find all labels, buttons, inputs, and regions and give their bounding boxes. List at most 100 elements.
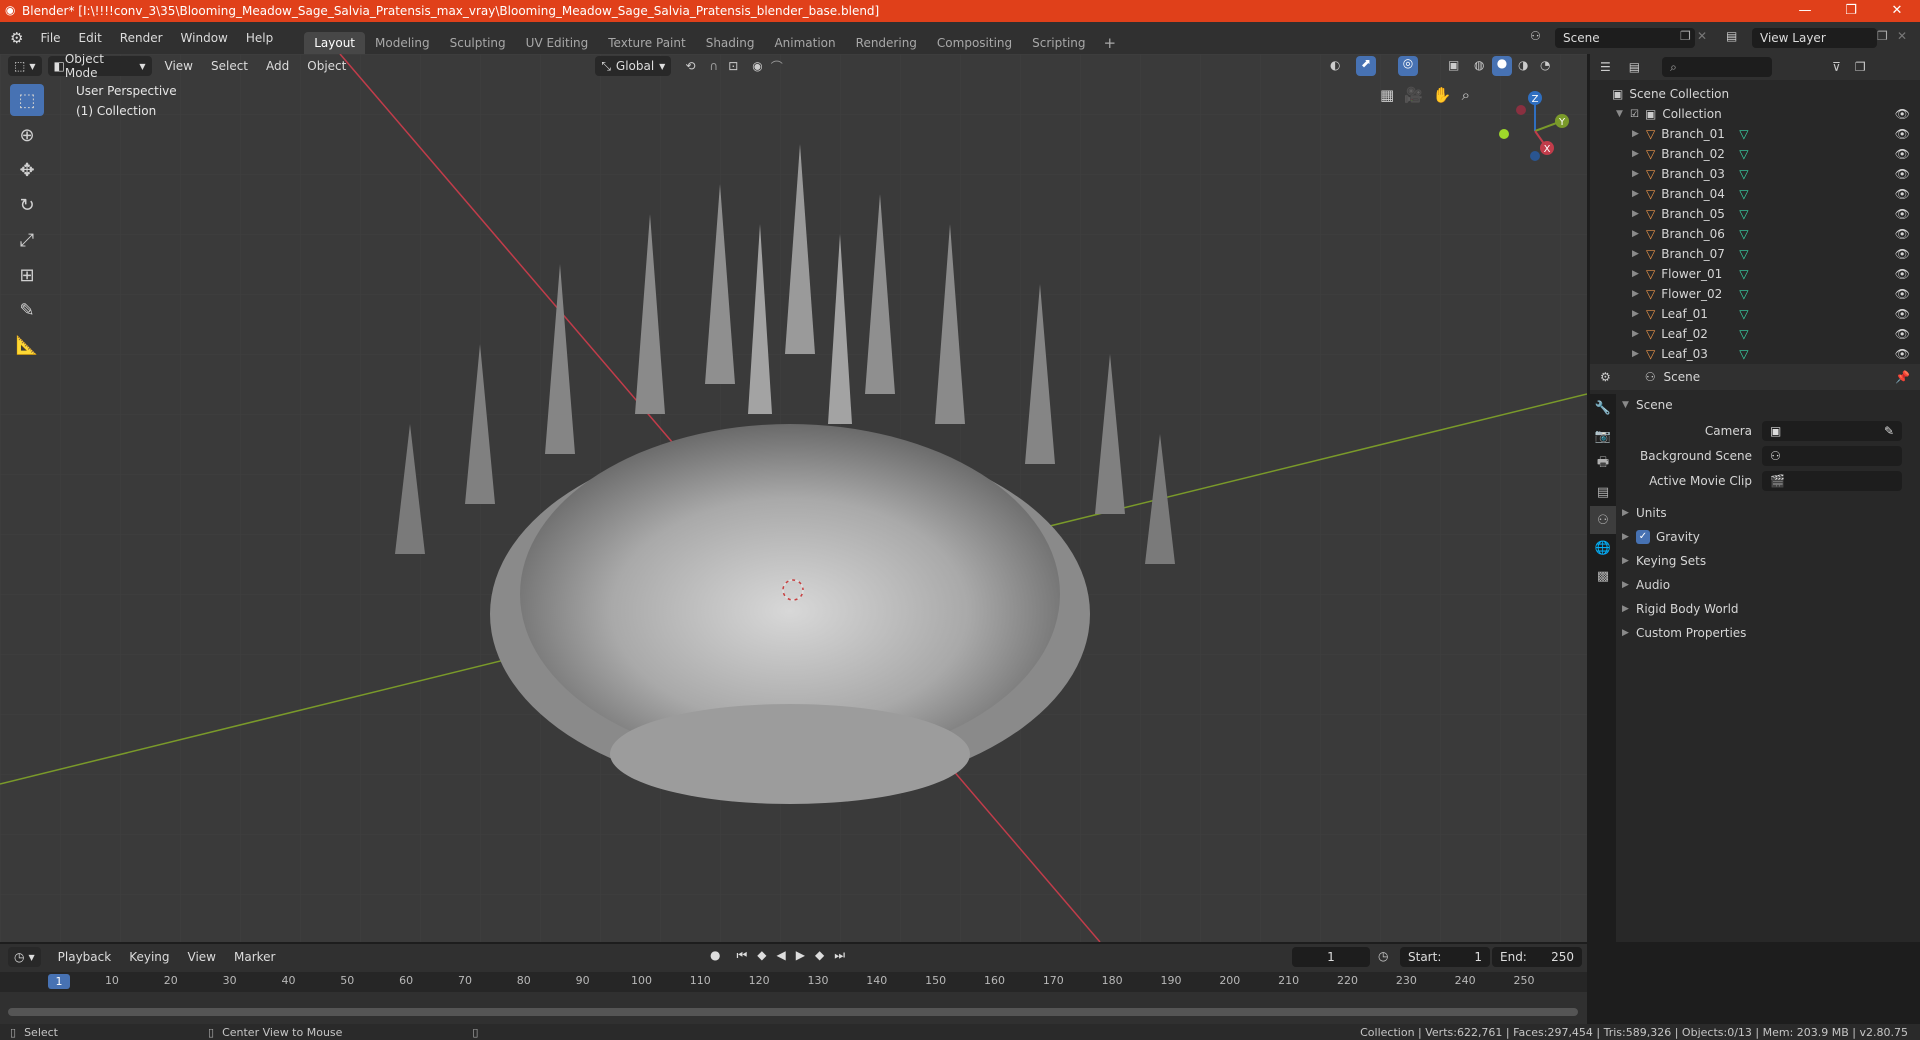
timeline-menu-playback[interactable]: Playback [49,950,121,964]
expand-arrow-icon[interactable]: ▶ [1632,329,1644,339]
next-keyframe-icon[interactable]: ◆ [815,948,824,963]
filter-icon[interactable]: ⊽ [1832,60,1841,74]
tab-rendering[interactable]: Rendering [846,32,927,54]
expand-arrow-icon[interactable]: ▶ [1632,149,1644,159]
visibility-eye-icon[interactable]: 👁 [1895,347,1910,361]
expand-arrow-icon[interactable]: ▶ [1632,169,1644,179]
expand-arrow-icon[interactable]: ▼ [1616,109,1628,119]
visibility-eye-icon[interactable]: 👁 [1895,127,1910,141]
texture-tab-icon[interactable]: ▩ [1590,562,1616,590]
view-layer-remove-icon[interactable]: ✕ [1897,29,1907,43]
tab-shading[interactable]: Shading [696,32,765,54]
subpanel-header[interactable]: ▶ ✓ Gravity [1616,526,1920,548]
timeline-scrollbar[interactable] [8,1008,1578,1016]
proportional-edit-icon[interactable]: ◉ [752,59,762,73]
outliner-row-scene-collection[interactable]: ▣ Scene Collection [1590,84,1920,104]
scene-remove-icon[interactable]: ✕ [1697,29,1707,43]
tab-texture-paint[interactable]: Texture Paint [598,32,695,54]
outliner-row-collection[interactable]: ▼ ☑ ▣ Collection 👁 [1590,104,1920,124]
pan-hand-icon[interactable]: ✋ [1433,86,1452,104]
mesh-data-icon[interactable]: ▽ [1739,327,1748,341]
movie-clip-field[interactable]: 🎬 [1762,471,1902,491]
rotate-tool-icon[interactable]: ↻ [10,189,44,221]
mesh-data-icon[interactable]: ▽ [1739,287,1748,301]
mesh-data-icon[interactable]: ▽ [1739,187,1748,201]
play-reverse-icon[interactable]: ◀ [777,948,786,963]
record-icon[interactable]: ● [710,948,720,963]
editor-type-button[interactable]: ⬚ ▼ [8,56,42,76]
add-workspace-icon[interactable]: + [1096,32,1125,54]
blender-menu-icon[interactable]: ⚙ [0,29,31,47]
cursor-tool-icon[interactable]: ⊕ [10,119,44,151]
play-icon[interactable]: ▶ [796,948,805,963]
outliner-row-object[interactable]: ▶ ▽ Leaf_01 ▽ 👁 [1590,304,1920,324]
expand-arrow-icon[interactable]: ▶ [1632,269,1644,279]
menu-edit[interactable]: Edit [70,31,111,45]
outliner-row-object[interactable]: ▶ ▽ Branch_07 ▽ 👁 [1590,244,1920,264]
expand-arrow-icon[interactable]: ▶ [1632,349,1644,359]
falloff-icon[interactable]: ⌒ [771,58,783,75]
annotate-tool-icon[interactable]: ✎ [10,294,44,326]
visibility-eye-icon[interactable]: 👁 [1895,207,1910,221]
visibility-eye-icon[interactable]: 👁 [1895,147,1910,161]
outliner-row-object[interactable]: ▶ ▽ Leaf_03 ▽ 👁 [1590,344,1920,364]
zoom-icon[interactable]: ⌕ [1462,86,1470,104]
view-layer-icon[interactable]: ▤ [1726,29,1737,43]
background-scene-field[interactable]: ⚇ [1762,446,1902,466]
visibility-eye-icon[interactable]: 👁 [1895,187,1910,201]
output-tab-icon[interactable]: 🖶 [1590,450,1616,478]
menu-render[interactable]: Render [111,31,172,45]
end-frame-field[interactable]: End: 250 [1492,947,1582,967]
outliner-editor-icon[interactable]: ☰ [1600,60,1611,74]
current-frame-marker[interactable]: 1 [48,974,70,989]
visibility-icon[interactable]: ◐ [1330,58,1340,72]
overlay-toggle-icon[interactable]: ◎ [1398,56,1418,76]
prev-keyframe-icon[interactable]: ◆ [757,948,766,963]
mesh-data-icon[interactable]: ▽ [1739,227,1748,241]
mesh-data-icon[interactable]: ▽ [1739,167,1748,181]
mesh-data-icon[interactable]: ▽ [1739,307,1748,321]
close-button[interactable]: ✕ [1874,0,1920,22]
maximize-button[interactable]: ❐ [1828,0,1874,22]
scale-tool-icon[interactable]: ⤢ [10,224,44,256]
tab-modeling[interactable]: Modeling [365,32,440,54]
move-tool-icon[interactable]: ✥ [10,154,44,186]
scene-panel-header[interactable]: ▼ Scene [1616,394,1920,416]
solid-shading-icon[interactable]: ● [1492,56,1512,76]
expand-arrow-icon[interactable]: ▶ [1632,209,1644,219]
mesh-data-icon[interactable]: ▽ [1739,127,1748,141]
transform-tool-icon[interactable]: ⊞ [10,259,44,291]
outliner-row-object[interactable]: ▶ ▽ Branch_06 ▽ 👁 [1590,224,1920,244]
mode-dropdown[interactable]: ◧ Object Mode ▼ [47,54,152,80]
visibility-eye-icon[interactable]: 👁 [1895,167,1910,181]
xray-icon[interactable]: ▣ [1448,58,1459,72]
timeline-editor-type-button[interactable]: ◷ ▼ [8,947,41,967]
eyedropper-icon[interactable]: ✎ [1884,424,1894,438]
outliner-search-input[interactable]: ⌕ [1662,57,1773,77]
outliner-row-object[interactable]: ▶ ▽ Branch_01 ▽ 👁 [1590,124,1920,144]
view-layer-tab-icon[interactable]: ▤ [1590,478,1616,506]
wireframe-shading-icon[interactable]: ◍ [1474,58,1484,72]
scene-copy-icon[interactable]: ❐ [1680,29,1691,43]
gizmo-toggle-icon[interactable]: ⬈ [1356,56,1376,76]
mesh-data-icon[interactable]: ▽ [1739,247,1748,261]
tab-sculpting[interactable]: Sculpting [440,32,516,54]
jump-start-icon[interactable]: ⏮ [736,948,747,963]
snap-target-icon[interactable]: ⊡ [728,59,738,73]
jump-end-icon[interactable]: ⏭ [834,948,845,963]
outliner-row-object[interactable]: ▶ ▽ Flower_01 ▽ 👁 [1590,264,1920,284]
timeline-menu-marker[interactable]: Marker [225,950,284,964]
orientation-dropdown[interactable]: ⤡ Global ▼ [595,56,672,76]
expand-arrow-icon[interactable]: ▶ [1632,229,1644,239]
tab-scripting[interactable]: Scripting [1022,32,1095,54]
properties-editor-icon[interactable]: ⚙ [1600,370,1611,384]
3d-viewport[interactable]: ⬚ ▼ ◧ Object Mode ▼ View Select Add Obje… [0,54,1587,942]
snap-icon[interactable]: ∩ [709,59,718,73]
measure-tool-icon[interactable]: 📐 [10,329,44,361]
tab-layout[interactable]: Layout [304,32,366,54]
minimize-button[interactable]: — [1782,0,1828,22]
viewport-menu-add[interactable]: Add [257,59,298,73]
world-tab-icon[interactable]: 🌐 [1590,534,1616,562]
camera-field[interactable]: ▣ ✎ [1762,421,1902,441]
visibility-eye-icon[interactable]: 👁 [1895,227,1910,241]
